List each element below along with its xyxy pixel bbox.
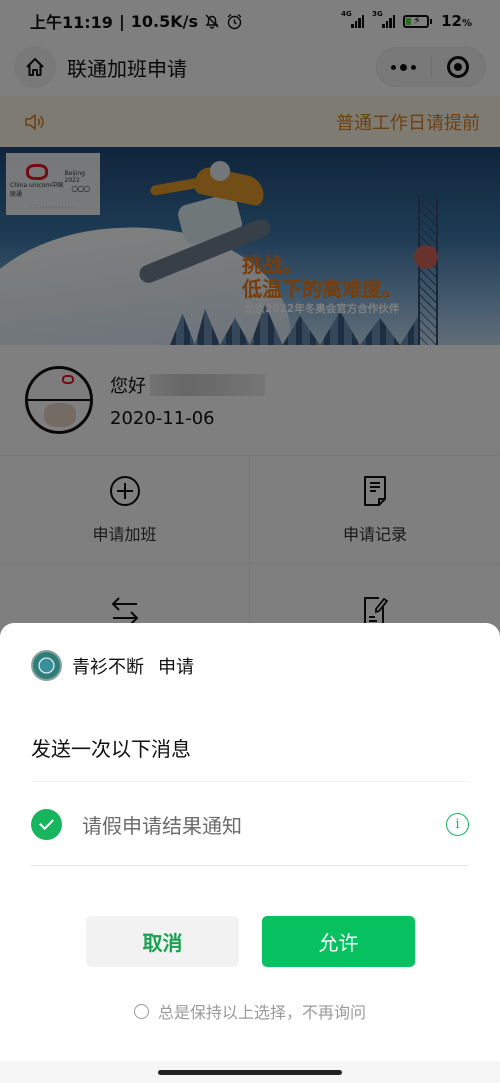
divider bbox=[31, 781, 469, 782]
app-name: 青衫不断 bbox=[72, 656, 144, 678]
message-option-label: 请假申请结果通知 bbox=[82, 813, 242, 838]
cancel-button[interactable]: 取消 bbox=[86, 916, 239, 967]
app-logo-icon bbox=[31, 650, 62, 681]
checkbox-checked-icon[interactable] bbox=[31, 808, 62, 840]
allow-button[interactable]: 允许 bbox=[262, 916, 415, 967]
sheet-title: 发送一次以下消息 bbox=[31, 737, 191, 761]
radio-unchecked-icon[interactable] bbox=[133, 1003, 149, 1019]
request-label: 申请 bbox=[158, 656, 194, 678]
divider bbox=[31, 865, 469, 866]
remember-choice-label: 总是保持以上选择，不再询问 bbox=[157, 1003, 366, 1022]
home-indicator[interactable] bbox=[158, 1070, 342, 1075]
subscribe-message-sheet: 青衫不断 申请 发送一次以下消息 请假申请结果通知 i 取消 允许 总是保持以上… bbox=[0, 623, 500, 1083]
info-icon[interactable]: i bbox=[446, 812, 469, 836]
gesture-bar-area bbox=[0, 1061, 500, 1083]
message-option[interactable]: 请假申请结果通知 i bbox=[31, 803, 469, 845]
remember-choice[interactable]: 总是保持以上选择，不再询问 bbox=[0, 999, 500, 1023]
